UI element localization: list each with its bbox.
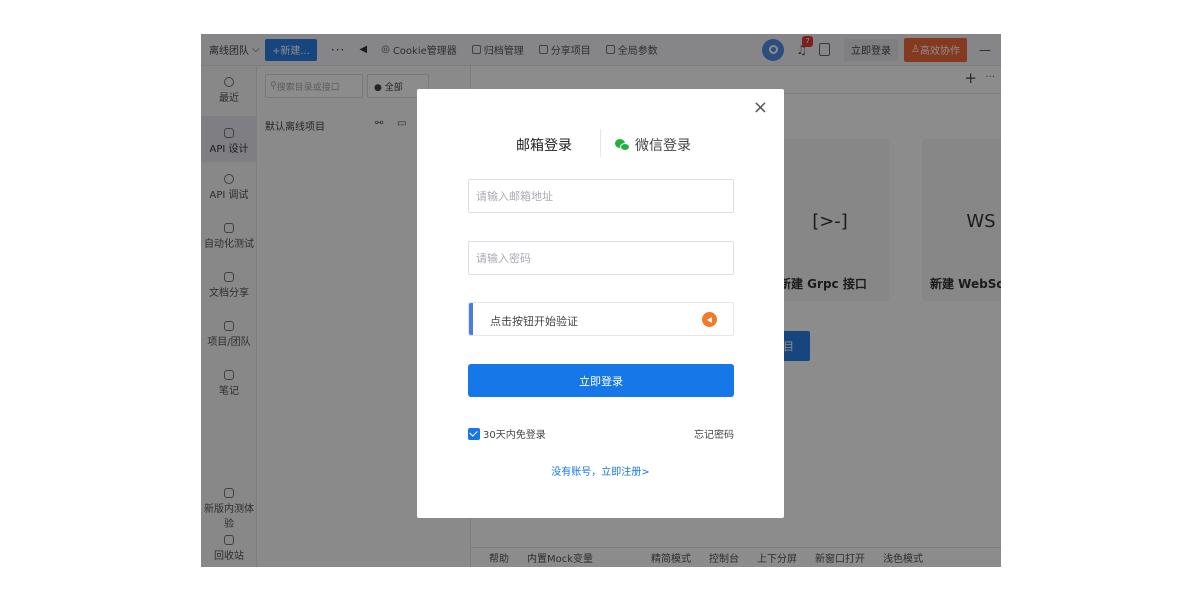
captcha-verify-button[interactable]: 点击按钮开始验证	[468, 302, 734, 336]
remember-me-label: 30天内免登录	[483, 430, 546, 441]
remember-me-checkbox[interactable]: 30天内免登录	[468, 426, 546, 441]
forgot-password-link[interactable]: 忘记密码	[694, 426, 734, 441]
captcha-icon	[702, 312, 717, 327]
login-modal: × 邮箱登录 微信登录 点击按钮开始验证 立即登录 30天内免登录 忘记密码 没…	[417, 89, 784, 518]
captcha-label: 点击按钮开始验证	[490, 315, 578, 328]
register-link[interactable]: 没有账号，立即注册>	[417, 463, 784, 478]
email-field[interactable]	[468, 179, 734, 213]
tab-wechat-login[interactable]: 微信登录	[615, 135, 691, 155]
tab-email-login[interactable]: 邮箱登录	[516, 135, 572, 155]
wechat-icon	[615, 138, 631, 152]
close-icon[interactable]: ×	[753, 97, 768, 118]
wechat-login-label: 微信登录	[635, 138, 691, 154]
captcha-accent-bar	[469, 303, 473, 335]
tab-divider	[600, 129, 601, 157]
login-submit-button[interactable]: 立即登录	[468, 364, 734, 397]
password-field[interactable]	[468, 241, 734, 275]
checkbox-checked-icon	[468, 427, 480, 440]
